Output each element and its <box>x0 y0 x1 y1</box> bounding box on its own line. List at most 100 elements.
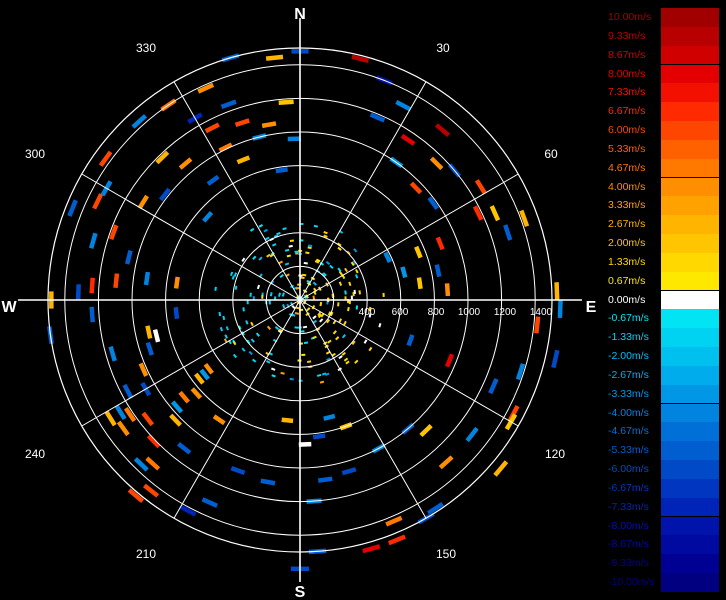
inner-echo-63 <box>327 339 332 344</box>
data-point-115 <box>234 118 250 128</box>
inner-echo-13 <box>302 325 308 329</box>
data-point-86 <box>173 306 180 319</box>
legend-swatch <box>661 139 719 159</box>
legend-entry: 7.33m/s <box>604 83 722 103</box>
inner-echo-218 <box>306 360 312 363</box>
legend-swatch <box>661 573 719 592</box>
inner-echo-187 <box>363 339 368 344</box>
data-point-73 <box>141 411 155 427</box>
inner-echo-125 <box>289 239 295 243</box>
inner-echo-34 <box>347 306 350 312</box>
direction-north-label: N <box>294 6 306 23</box>
legend-label: -4.00m/s <box>608 406 649 419</box>
data-point-40 <box>385 515 403 527</box>
inner-echo-158 <box>250 338 255 343</box>
inner-echo-81 <box>265 236 270 241</box>
legend-entry: 6.00m/s <box>604 121 722 140</box>
inner-echo-214 <box>312 295 316 300</box>
legend-label: 2.00m/s <box>608 237 646 250</box>
inner-echo-118 <box>282 227 287 231</box>
inner-echo-73 <box>242 307 245 312</box>
legend-entry: 1.33m/s <box>604 252 722 272</box>
data-point-46 <box>341 467 357 476</box>
inner-echo-2 <box>258 256 263 261</box>
inner-echo-201 <box>276 231 281 236</box>
angle-label-210: 210 <box>136 547 156 561</box>
data-point-31 <box>444 353 455 368</box>
data-point-8 <box>409 181 423 195</box>
velocity-color-legend: 10.00m/s 9.33m/s 8.67m/s 8.00m/s 7.33m/s 6.67… <box>604 8 722 592</box>
legend-entry: 9.33m/s <box>604 26 722 46</box>
data-point-48 <box>312 433 326 440</box>
inner-echo-200 <box>305 251 310 255</box>
legend-entry: -8.67m/s <box>604 535 722 555</box>
legend-label: 3.33m/s <box>608 199 646 212</box>
legend-label: 4.67m/s <box>608 161 646 174</box>
direction-west-label: W <box>1 299 17 316</box>
data-point-69 <box>178 390 191 404</box>
data-point-6 <box>434 123 451 137</box>
data-point-56 <box>230 465 246 476</box>
data-point-60 <box>177 442 192 455</box>
legend-swatch <box>661 365 719 385</box>
angle-label-150: 150 <box>436 547 456 561</box>
legend-label: -6.00m/s <box>608 463 649 476</box>
data-point-77 <box>104 410 117 427</box>
data-point-114 <box>220 99 237 109</box>
inner-echo-160 <box>266 360 271 364</box>
inner-echo-25 <box>341 334 346 339</box>
data-point-76 <box>114 404 127 420</box>
data-point-87 <box>89 306 95 323</box>
inner-echo-182 <box>231 275 235 280</box>
inner-echo-207 <box>302 273 307 277</box>
data-point-122 <box>287 136 302 142</box>
range-label-1200: 1200 <box>494 307 517 318</box>
legend-label: 2.67m/s <box>608 218 646 231</box>
legend-swatch <box>661 8 719 27</box>
inner-echo-141 <box>258 224 264 228</box>
range-label-1000: 1000 <box>458 307 481 318</box>
data-point-94 <box>124 250 133 265</box>
inner-echo-208 <box>286 254 292 258</box>
data-point-23 <box>444 283 451 297</box>
inner-echo-56 <box>348 281 352 287</box>
direction-south-label: S <box>295 584 306 600</box>
inner-echo-106 <box>289 377 294 381</box>
data-point-68 <box>190 387 203 400</box>
inner-echo-79 <box>246 300 249 305</box>
direction-east-label: E <box>586 299 597 316</box>
data-point-120 <box>265 54 284 61</box>
legend-entry: 4.00m/s <box>604 177 722 197</box>
inner-echo-58 <box>312 315 317 320</box>
legend-swatch <box>661 26 719 46</box>
data-point-57 <box>201 497 219 508</box>
range-label-1400: 1400 <box>530 307 553 318</box>
angle-label-330: 330 <box>136 41 156 55</box>
legend-swatch <box>661 535 719 555</box>
data-point-110 <box>204 122 220 134</box>
legend-entry: 6.67m/s <box>604 102 722 121</box>
angle-label-300: 300 <box>25 147 45 161</box>
inner-echo-50 <box>241 347 246 352</box>
legend-swatch <box>661 441 719 460</box>
inner-echo-130 <box>300 276 305 279</box>
inner-echo-41 <box>337 302 340 307</box>
inner-echo-205 <box>250 321 254 327</box>
data-point-7 <box>429 156 444 171</box>
inner-echo-112 <box>325 261 331 266</box>
inner-echo-216 <box>249 227 255 232</box>
inner-echo-203 <box>300 330 305 333</box>
legend-label: 4.00m/s <box>608 180 646 193</box>
inner-echo-71 <box>354 359 359 364</box>
inner-echo-164 <box>323 231 328 235</box>
inner-echo-169 <box>353 248 358 253</box>
data-point-32 <box>406 334 415 347</box>
data-point-65 <box>146 434 161 449</box>
inner-echo-159 <box>222 315 226 321</box>
inner-echo-127 <box>266 325 272 330</box>
legend-label: 8.67m/s <box>608 48 646 61</box>
inner-echo-33 <box>337 267 342 272</box>
data-point-54 <box>281 417 294 424</box>
inner-echo-22 <box>255 332 260 337</box>
data-point-98 <box>92 193 104 210</box>
